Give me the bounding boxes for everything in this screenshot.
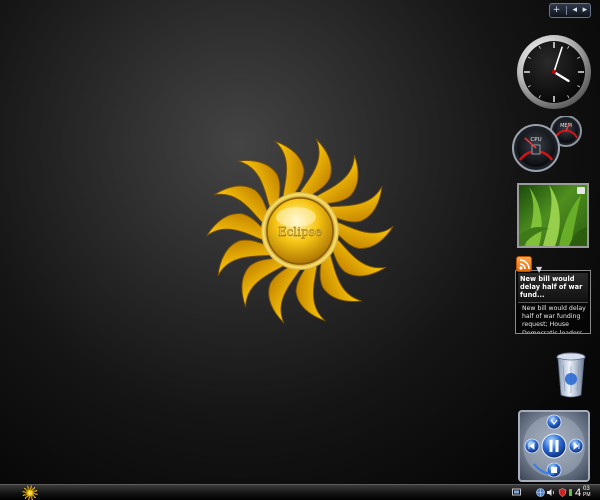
add-gadget-button[interactable]: + (553, 6, 561, 15)
start-orb-ray (24, 495, 29, 500)
start-orb-ray (26, 485, 29, 490)
rss-icon[interactable] (516, 256, 532, 272)
next-page-button[interactable]: ▸ (583, 6, 588, 15)
eclipse-sun-logo: Eclipse (202, 133, 398, 329)
taskbar: 4 03 PM (0, 484, 600, 500)
start-orb-ray (31, 486, 36, 491)
sun-ray (299, 138, 332, 198)
feed-headline[interactable]: New bill would delay half of war fund... (518, 273, 588, 303)
start-orb-ray (32, 494, 37, 499)
start-orb-ray (33, 489, 38, 492)
start-orb-icon[interactable] (14, 485, 46, 500)
eclipse-logo-text: Eclipse (278, 225, 322, 239)
recycle-bin-icon[interactable] (553, 351, 589, 399)
slideshow-view-icon[interactable] (577, 187, 585, 194)
start-orb-ray (33, 492, 38, 495)
start-orb-ray (22, 494, 27, 497)
previous-page-button[interactable]: ◂ (573, 6, 578, 15)
previous-icon[interactable] (524, 438, 540, 454)
start-orb-ray (31, 496, 34, 500)
media-top-button[interactable] (546, 414, 562, 430)
slideshow-gadget[interactable] (517, 183, 589, 248)
cpu-label: CPU (530, 137, 541, 143)
mem-label: MEM (560, 123, 572, 129)
cpu-meter-gadget[interactable]: MEM CPU (512, 116, 588, 176)
volume-icon[interactable] (546, 488, 555, 497)
feed-body: New bill would delay half of war funding… (522, 305, 586, 334)
feed-menu-caret[interactable]: ▼ (536, 266, 542, 274)
taskbar-clock[interactable]: 4 03 PM (575, 486, 599, 500)
sun-ray (268, 264, 301, 324)
start-orb-ray (23, 487, 28, 492)
slideshow-photo (519, 185, 587, 246)
desktop: Eclipse + ◂ ▸ MEM CPU New bill would del… (0, 0, 600, 484)
play-pause-icon[interactable] (541, 433, 567, 459)
media-player-gadget (518, 410, 590, 482)
clock-gadget[interactable] (516, 30, 592, 114)
power-icon[interactable] (566, 488, 575, 497)
clock-ampm: PM (583, 492, 591, 498)
start-orb-ray (29, 485, 32, 490)
feed-headlines-gadget: New bill would delay half of war fund...… (514, 256, 592, 334)
feed-panel: New bill would delay half of war fund...… (515, 270, 591, 334)
network-icon[interactable] (536, 488, 545, 497)
next-icon[interactable] (568, 438, 584, 454)
sidebar-control-separator (565, 6, 567, 15)
sidebar-controls: + ◂ ▸ (549, 3, 591, 18)
clock-hour: 4 (575, 487, 582, 499)
start-orb-ray (22, 491, 27, 494)
show-desktop-icon[interactable] (512, 488, 521, 497)
